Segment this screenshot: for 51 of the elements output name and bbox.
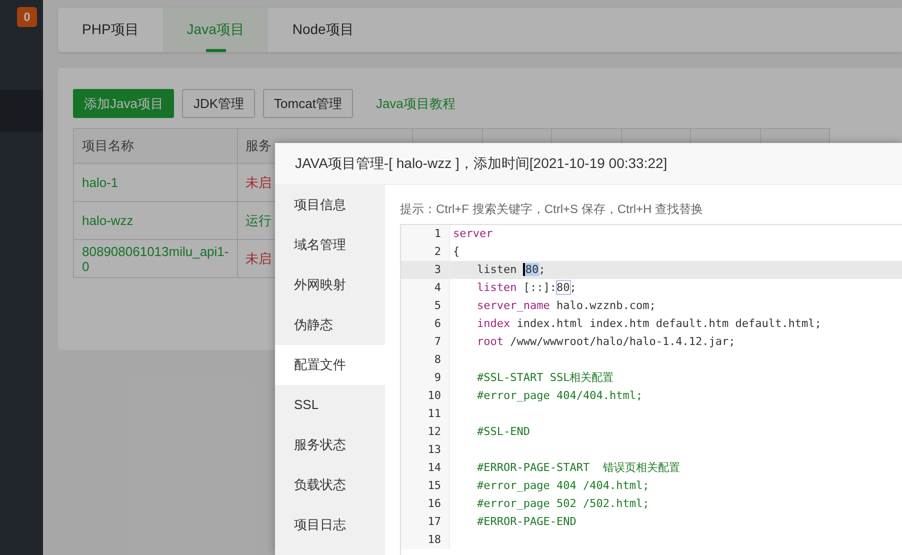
line-number: 12 [401,423,450,441]
code-line: index index.html index.htm default.htm default.html; [476,316,822,332]
code-line: server [452,226,494,242]
status-text: 运行 [246,212,272,228]
code-line: { [452,244,461,260]
line-number: 5 [401,297,450,315]
line-number: 10 [401,387,450,405]
menu-item[interactable]: 伪静态 [275,305,385,345]
code-line: #SSL-START SSL相关配置 [476,370,615,386]
line-number: 2 [401,243,450,261]
menu-item[interactable]: 配置文件 [275,345,385,385]
code-line: #SSL-END [476,424,531,440]
line-number: 4 [401,279,450,297]
menu-item[interactable]: 服务状态 [275,425,385,465]
menu-item[interactable]: SSL [275,385,385,425]
line-number: 3 [401,261,450,279]
line-number: 18 [401,531,450,549]
column-header: 项目名称 [74,128,238,164]
hint-text: 提示：Ctrl+F 搜索关键字，Ctrl+S 保存，Ctrl+H 查找替换 [400,201,704,218]
menu-item[interactable]: 域名管理 [275,225,385,265]
toolbar-button[interactable]: Tomcat管理 [263,89,353,118]
project-tab[interactable]: PHP项目 [58,8,163,52]
project-tab[interactable]: Node项目 [268,8,378,52]
line-number: 8 [401,351,450,369]
menu-item[interactable]: 项目日志 [275,505,385,545]
code-line: #error_page 404/404.html; [476,388,644,404]
code-line: #error_page 502 /502.html; [476,496,650,512]
sidebar-selection-bar[interactable] [0,90,43,132]
line-number: 11 [401,405,450,423]
line-number: 14 [401,459,450,477]
line-number: 15 [401,477,450,495]
menu-item[interactable]: 负载状态 [275,465,385,505]
line-number: 6 [401,315,450,333]
code-line: root /www/wwwroot/halo/halo-1.4.12.jar; [476,334,736,350]
status-text: 未启 [246,250,272,266]
code-line: #error_page 404 /404.html; [476,478,650,494]
line-number: 16 [401,495,450,513]
code-line: server_name halo.wzznb.com; [476,298,657,314]
line-number: 13 [401,441,450,459]
code-line: listen [::]:80; [476,280,578,296]
line-number: 1 [401,225,450,243]
toolbar-button[interactable]: JDK管理 [182,89,256,118]
menu-item[interactable]: 项目信息 [275,185,385,225]
code-line: #ERROR-PAGE-START 错误页相关配置 [476,460,681,476]
menu-item[interactable]: 外网映射 [275,265,385,305]
line-number: 7 [401,333,450,351]
modal-title: JAVA项目管理-[ halo-wzz ]，添加时间[2021-10-19 00:33:22] [275,143,902,185]
status-text: 未启 [246,174,272,190]
line-number: 9 [401,369,450,387]
line-number: 17 [401,513,450,531]
code-line: #ERROR-PAGE-END [476,514,578,530]
